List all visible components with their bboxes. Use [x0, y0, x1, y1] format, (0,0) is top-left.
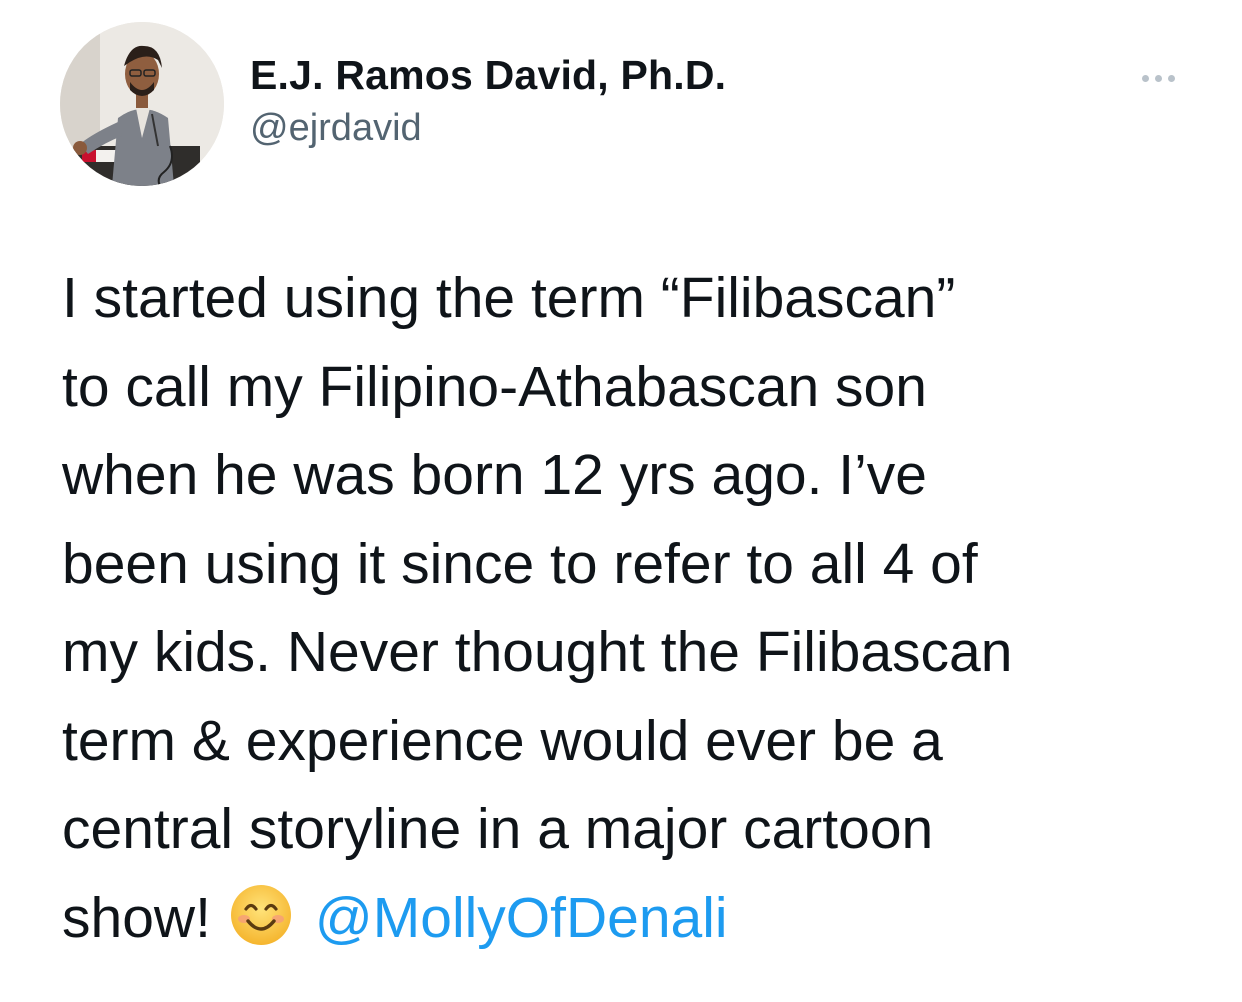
tweet-text-line: been using it since to refer to all 4 of — [62, 531, 978, 596]
tweet-text-last-line: show! @MollyOfDenali — [62, 874, 1192, 963]
mention-link[interactable]: @MollyOfDenali — [315, 886, 728, 950]
smiling-face-emoji-icon — [230, 884, 291, 945]
more-options-button[interactable] — [1128, 58, 1188, 98]
more-dots-icon — [1141, 74, 1149, 82]
author-names: E.J. Ramos David, Ph.D. @ejrdavid — [250, 50, 726, 152]
tweet-text-line: to call my Filipino-Athabascan son — [62, 354, 927, 419]
more-dots-icon — [1154, 74, 1162, 82]
more-dots-icon — [1167, 74, 1175, 82]
avatar[interactable] — [60, 22, 224, 186]
tweet: E.J. Ramos David, Ph.D. @ejrdavid I star… — [0, 0, 1242, 1002]
tweet-text-line: term & experience would ever be a — [62, 708, 943, 773]
author-display-name[interactable]: E.J. Ramos David, Ph.D. — [250, 50, 726, 100]
tweet-text-line: central storyline in a major cartoon — [62, 797, 934, 861]
tweet-header: E.J. Ramos David, Ph.D. @ejrdavid — [60, 22, 1190, 188]
tweet-text-line: when he was born 12 yrs ago. I’ve — [62, 443, 927, 507]
tweet-text: I started using the term “Filibascan” to… — [62, 254, 1192, 962]
author-handle[interactable]: @ejrdavid — [250, 104, 726, 152]
tweet-text-tail: show! — [62, 885, 211, 950]
tweet-text-line: I started using the term “Filibascan” — [62, 266, 956, 330]
profile-photo-icon — [60, 22, 224, 186]
tweet-text-line: my kids. Never thought the Filibascan — [62, 620, 1013, 684]
